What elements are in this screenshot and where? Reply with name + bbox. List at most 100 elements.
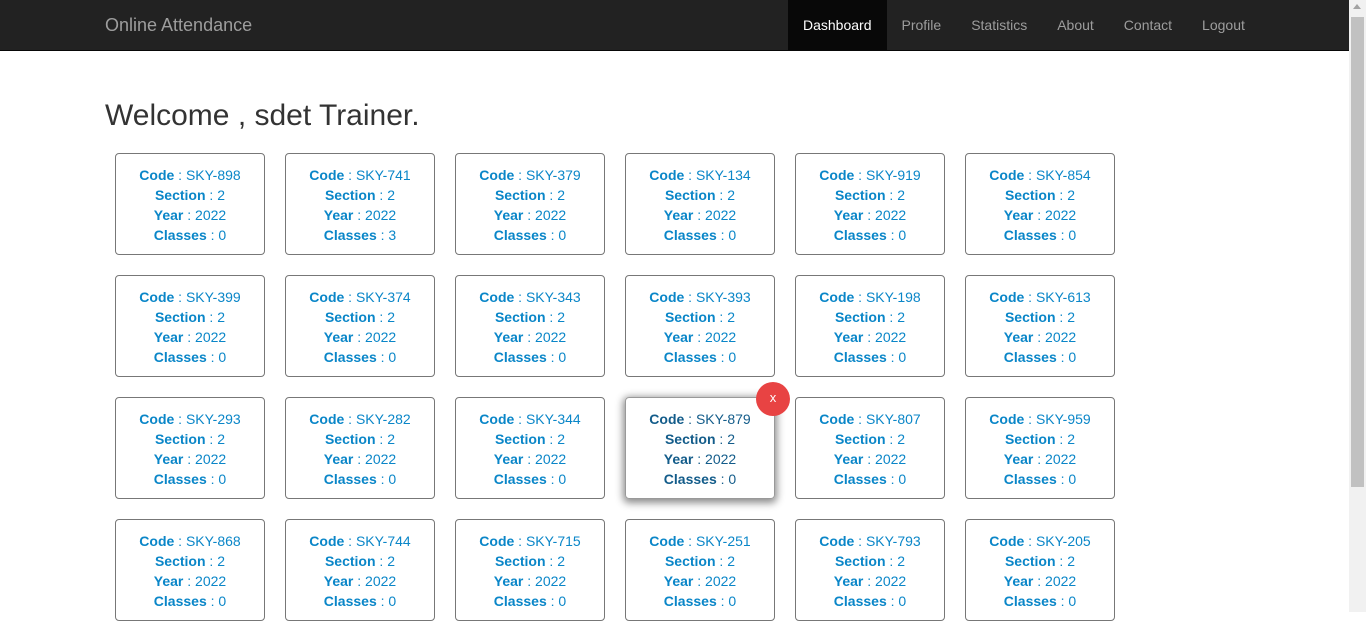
card-classes-label: Classes: [153, 593, 207, 609]
separator: :: [545, 309, 558, 325]
card-year-label: Year: [493, 451, 524, 467]
class-card[interactable]: Code : SKY-959 Section : 2 Year : 2022 Clas…: [965, 397, 1115, 499]
class-card[interactable]: Code : SKY-251 Section : 2 Year : 2022 Clas…: [625, 519, 775, 621]
card-section-row: Section : 2: [626, 429, 774, 449]
card-code-row: Code : SKY-715: [456, 531, 604, 551]
class-card[interactable]: Code : SKY-282 Section : 2 Year : 2022 Clas…: [285, 397, 435, 499]
class-card[interactable]: Code : SKY-374 Section : 2 Year : 2022 Clas…: [285, 275, 435, 377]
card-year-row: Year : 2022: [966, 571, 1114, 591]
card-year-row: Year : 2022: [456, 571, 604, 591]
scrollbar[interactable]: [1349, 0, 1366, 612]
class-card[interactable]: Code : SKY-343 Section : 2 Year : 2022 Clas…: [455, 275, 605, 377]
card-section-row: Section : 2: [286, 429, 434, 449]
card-code-value: SKY-898: [185, 167, 241, 183]
class-card[interactable]: Code : SKY-715 Section : 2 Year : 2022 Clas…: [455, 519, 605, 621]
card-year-value: 2022: [1045, 207, 1077, 223]
card-year-row: Year : 2022: [626, 449, 774, 469]
class-card[interactable]: Code : SKY-868 Section : 2 Year : 2022 Clas…: [115, 519, 265, 621]
scrollbar-thumb[interactable]: [1351, 17, 1364, 487]
separator: :: [854, 411, 866, 427]
card-classes-value: 0: [728, 227, 737, 243]
separator: :: [545, 431, 558, 447]
card-section-row: Section : 2: [116, 429, 264, 449]
card-classes-label: Classes: [153, 227, 207, 243]
nav-item-statistics[interactable]: Statistics: [956, 0, 1042, 50]
card-code-label: Code: [989, 411, 1025, 427]
card-year-row: Year : 2022: [626, 205, 774, 225]
class-card[interactable]: Code : SKY-613 Section : 2 Year : 2022 Clas…: [965, 275, 1115, 377]
card-section-row: Section : 2: [626, 307, 774, 327]
card-code-row: Code : SKY-293: [116, 409, 264, 429]
separator: :: [715, 187, 728, 203]
class-card[interactable]: Code : SKY-919 Section : 2 Year : 2022 Clas…: [795, 153, 945, 255]
card-code-value: SKY-205: [1035, 533, 1091, 549]
card-year-label: Year: [663, 573, 694, 589]
delete-card-button[interactable]: x: [756, 382, 790, 416]
card-code-row: Code : SKY-344: [456, 409, 604, 429]
class-card[interactable]: Code : SKY-879 Section : 2 Year : 2022 Clas…: [625, 382, 790, 499]
card-code-label: Code: [309, 167, 345, 183]
card-year-label: Year: [323, 207, 354, 223]
class-card[interactable]: Code : SKY-898 Section : 2 Year : 2022 Clas…: [115, 153, 265, 255]
card-year-row: Year : 2022: [796, 205, 944, 225]
card-code-value: SKY-344: [525, 411, 581, 427]
separator: :: [183, 329, 196, 345]
nav-item-dashboard[interactable]: Dashboard: [788, 0, 887, 50]
class-card[interactable]: Code : SKY-399 Section : 2 Year : 2022 Clas…: [115, 275, 265, 377]
card-code-row: Code : SKY-613: [966, 287, 1114, 307]
card-section-label: Section: [154, 431, 206, 447]
class-card[interactable]: Code : SKY-198 Section : 2 Year : 2022 Clas…: [795, 275, 945, 377]
card-code-value: SKY-854: [1035, 167, 1091, 183]
card-classes-value: 0: [558, 593, 567, 609]
separator: :: [1024, 167, 1036, 183]
nav-item-contact[interactable]: Contact: [1109, 0, 1187, 50]
class-card[interactable]: Code : SKY-293 Section : 2 Year : 2022 Clas…: [115, 397, 265, 499]
card-code-label: Code: [479, 411, 515, 427]
card-classes-label: Classes: [493, 593, 547, 609]
class-card[interactable]: Code : SKY-344 Section : 2 Year : 2022 Clas…: [455, 397, 605, 499]
card-year-label: Year: [323, 329, 354, 345]
card-classes-value: 3: [388, 227, 397, 243]
brand-link[interactable]: Online Attendance: [105, 15, 252, 36]
separator: :: [174, 411, 186, 427]
class-card[interactable]: Code : SKY-205 Section : 2 Year : 2022 Clas…: [965, 519, 1115, 621]
card-code-row: Code : SKY-251: [626, 531, 774, 551]
class-card[interactable]: Code : SKY-854 Section : 2 Year : 2022 Clas…: [965, 153, 1115, 255]
card-year-row: Year : 2022: [456, 205, 604, 225]
card-code-label: Code: [479, 289, 515, 305]
separator: :: [376, 227, 389, 243]
scroll-up-icon[interactable]: [1353, 4, 1361, 9]
class-card[interactable]: Code : SKY-379 Section : 2 Year : 2022 Clas…: [455, 153, 605, 255]
separator: :: [375, 431, 388, 447]
separator: :: [1033, 207, 1046, 223]
separator: :: [863, 207, 876, 223]
class-card[interactable]: Code : SKY-807 Section : 2 Year : 2022 Clas…: [795, 397, 945, 499]
card-classes-label: Classes: [323, 227, 377, 243]
class-card[interactable]: Code : SKY-744 Section : 2 Year : 2022 Clas…: [285, 519, 435, 621]
card-year-value: 2022: [535, 573, 567, 589]
separator: :: [885, 187, 898, 203]
class-card[interactable]: Code : SKY-134 Section : 2 Year : 2022 Clas…: [625, 153, 775, 255]
card-section-row: Section : 2: [626, 185, 774, 205]
card-code-value: SKY-807: [865, 411, 921, 427]
nav-item-profile[interactable]: Profile: [887, 0, 957, 50]
separator: :: [1033, 451, 1046, 467]
card-section-row: Section : 2: [796, 551, 944, 571]
separator: :: [353, 451, 366, 467]
nav-item-about[interactable]: About: [1042, 0, 1109, 50]
class-card[interactable]: Code : SKY-393 Section : 2 Year : 2022 Clas…: [625, 275, 775, 377]
class-card[interactable]: Code : SKY-741 Section : 2 Year : 2022 Clas…: [285, 153, 435, 255]
card-section-value: 2: [387, 187, 396, 203]
card-classes-row: Classes : 0: [286, 591, 434, 611]
card-year-value: 2022: [1045, 451, 1077, 467]
card-classes-row: Classes : 0: [116, 347, 264, 367]
card-classes-row: Classes : 0: [286, 347, 434, 367]
card-classes-value: 0: [1068, 593, 1077, 609]
card-year-value: 2022: [705, 573, 737, 589]
card-code-row: Code : SKY-741: [286, 165, 434, 185]
card-classes-value: 0: [388, 471, 397, 487]
card-code-row: Code : SKY-134: [626, 165, 774, 185]
nav-item-logout[interactable]: Logout: [1187, 0, 1260, 50]
class-card[interactable]: Code : SKY-793 Section : 2 Year : 2022 Clas…: [795, 519, 945, 621]
separator: :: [863, 573, 876, 589]
